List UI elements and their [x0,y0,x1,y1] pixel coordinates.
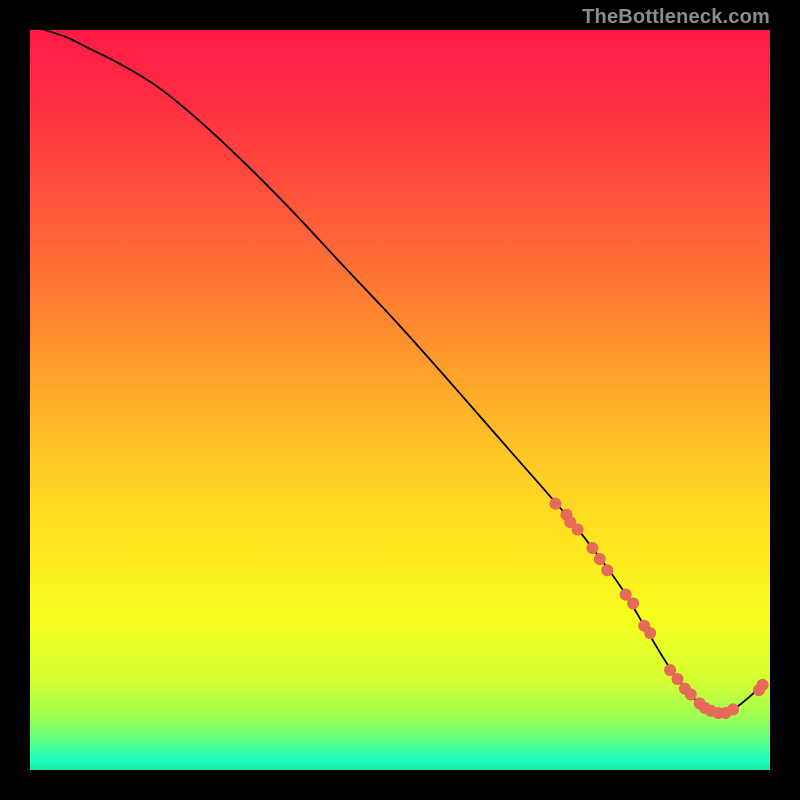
curve-marker [549,498,561,510]
curve-marker [757,679,769,691]
curve-marker [586,542,598,554]
bottleneck-curve-plot [30,30,770,770]
chart-container: TheBottleneck.com [0,0,800,800]
plot-background [30,30,770,770]
curve-marker [572,524,584,536]
curve-marker [727,703,739,715]
watermark-text: TheBottleneck.com [582,6,770,29]
curve-marker [644,627,656,639]
curve-marker [685,689,697,701]
curve-marker [601,564,613,576]
curve-marker [672,673,684,685]
curve-marker [627,598,639,610]
curve-marker [594,553,606,565]
